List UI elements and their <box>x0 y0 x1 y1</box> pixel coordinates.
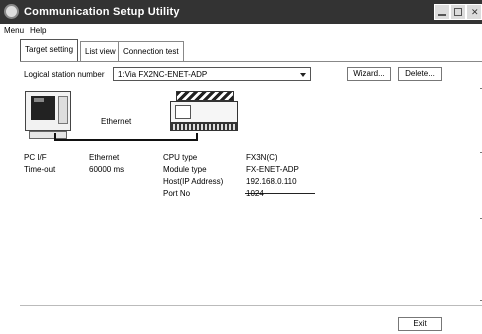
station-label: Logical station number <box>24 70 105 79</box>
port-label: Port No <box>163 189 191 198</box>
tab-target-setting[interactable]: Target setting <box>20 39 79 61</box>
station-select-value: 1:Via FX2NC-ENET-ADP <box>118 70 208 79</box>
tab-list-view[interactable]: List view <box>80 41 121 61</box>
pc-side <box>58 96 68 124</box>
minimize-button[interactable] <box>434 4 450 20</box>
module-type-value: FX-ENET-ADP <box>246 165 299 174</box>
cpu-type-label: CPU type <box>163 153 198 162</box>
plc-body <box>170 101 238 123</box>
wizard-button[interactable]: Wizard... <box>347 67 391 81</box>
network-label: Ethernet <box>101 117 132 126</box>
chevron-down-icon[interactable] <box>300 70 306 80</box>
delete-button[interactable]: Delete... <box>398 67 442 81</box>
menu-bar: Menu Help <box>0 24 482 38</box>
footer-divider <box>20 305 482 306</box>
timeout-value: 60000 ms <box>89 165 125 174</box>
station-select[interactable]: 1:Via FX2NC-ENET-ADP <box>113 67 311 81</box>
pc-if-label: PC I/F <box>24 153 47 162</box>
minimize-icon <box>438 7 446 16</box>
host-value: 192.168.0.110 <box>246 177 297 186</box>
tab-connection-test[interactable]: Connection test <box>118 41 184 61</box>
pc-if-value: Ethernet <box>89 153 120 162</box>
tab-divider <box>20 61 482 62</box>
pc-glare <box>34 98 44 102</box>
cpu-type-value: FX3N(C) <box>246 153 278 162</box>
pc-icon <box>25 91 71 139</box>
window-title: Communication Setup Utility <box>24 6 180 18</box>
maximize-icon <box>454 8 462 16</box>
close-icon: ✕ <box>471 7 479 17</box>
plc-label-plate <box>175 105 191 119</box>
plc-top <box>176 91 234 101</box>
menu-item-help[interactable]: Help <box>30 26 46 35</box>
title-bar: Communication Setup Utility ✕ <box>0 0 482 24</box>
host-label: Host(IP Address) <box>163 177 224 186</box>
pc-base <box>29 131 67 139</box>
pc-body <box>25 91 71 131</box>
maximize-button[interactable] <box>450 4 466 20</box>
exit-button[interactable]: Exit <box>398 317 442 331</box>
plc-icon <box>170 91 238 133</box>
app-icon[interactable] <box>4 4 19 19</box>
menu-item-menu[interactable]: Menu <box>4 26 24 35</box>
plc-terminal-strip <box>170 123 238 131</box>
module-type-label: Module type <box>163 165 207 174</box>
ethernet-line <box>54 139 198 141</box>
timeout-label: Time-out <box>24 165 56 174</box>
port-value: 1024 <box>246 189 264 198</box>
close-button[interactable]: ✕ <box>466 4 482 20</box>
